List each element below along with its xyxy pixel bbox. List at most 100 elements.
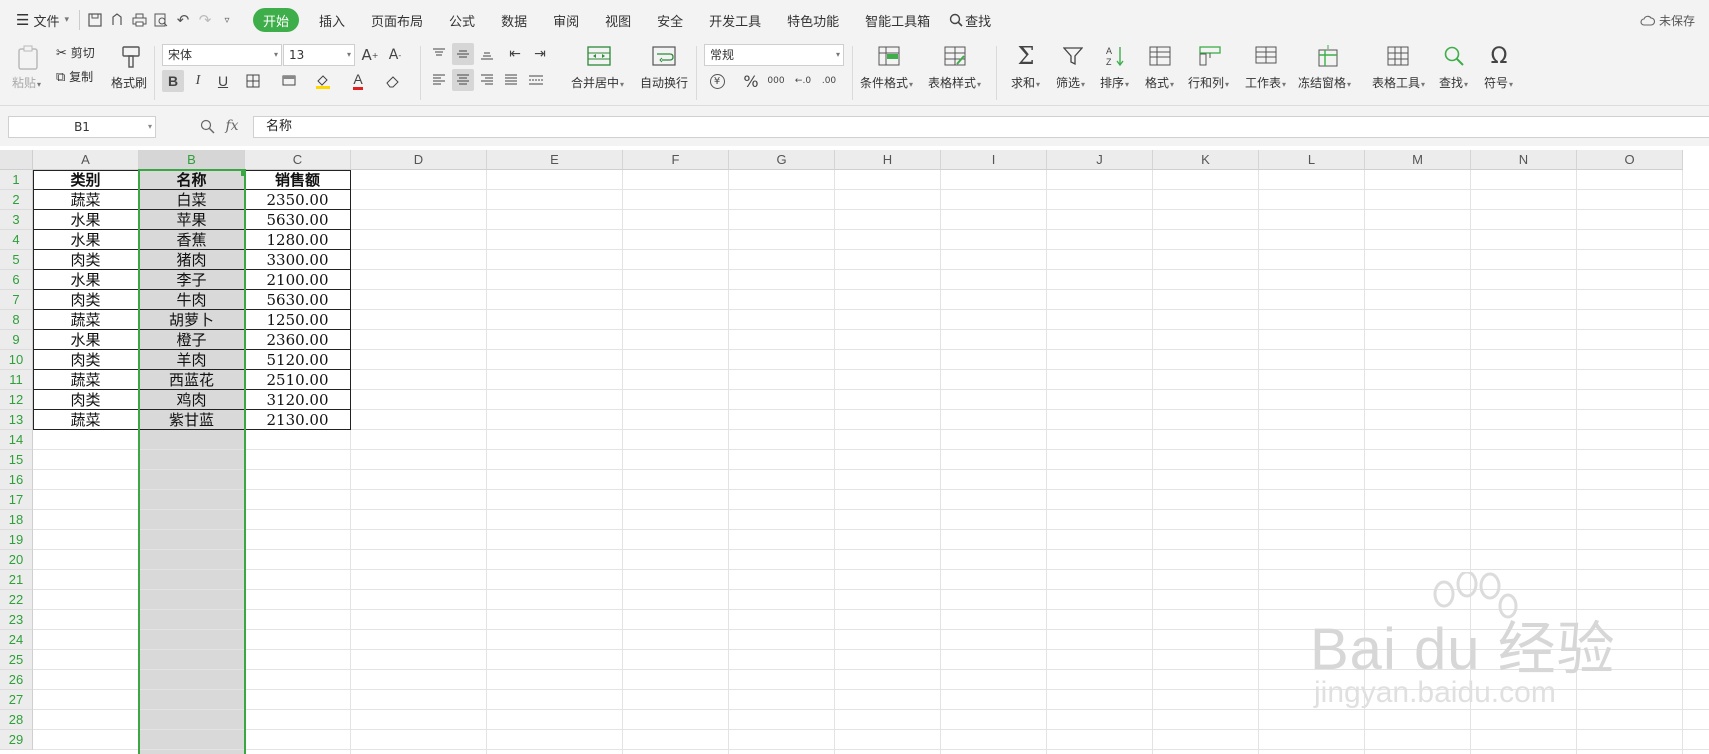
fill-color-icon[interactable] (312, 70, 334, 92)
find-button[interactable]: 查找▾ (1439, 74, 1468, 91)
row-header-16[interactable]: 16 (0, 470, 33, 490)
file-menu[interactable]: ☰ 文件 ▾ (10, 7, 75, 33)
format-icon[interactable] (1146, 43, 1174, 69)
fill-handle[interactable] (241, 171, 246, 176)
align-bottom-icon[interactable] (476, 43, 498, 65)
redo-icon[interactable]: ↷ (194, 9, 216, 31)
row-header-13[interactable]: 13 (0, 410, 33, 430)
column-header-e[interactable]: E (487, 150, 623, 170)
filter-icon[interactable] (1059, 43, 1087, 69)
row-header-14[interactable]: 14 (0, 430, 33, 450)
tab-smart-toolbox[interactable]: 智能工具箱 (859, 8, 936, 32)
tab-security[interactable]: 安全 (651, 8, 689, 32)
filter-button[interactable]: 筛选▾ (1056, 74, 1085, 91)
table-style-icon[interactable] (941, 43, 969, 69)
tab-features[interactable]: 特色功能 (781, 8, 845, 32)
justify-icon[interactable] (500, 69, 522, 91)
table-tools-icon[interactable] (1384, 43, 1412, 69)
row-header-20[interactable]: 20 (0, 550, 33, 570)
row-header-24[interactable]: 24 (0, 630, 33, 650)
table-cell[interactable]: 1280.00 (245, 230, 350, 250)
table-cell[interactable]: 蔬菜 (33, 410, 138, 430)
paste-icon[interactable] (14, 44, 42, 72)
wrap-text-button[interactable]: 自动换行 (640, 74, 688, 91)
table-cell[interactable]: 蔬菜 (33, 370, 138, 390)
row-header-1[interactable]: 1 (0, 170, 33, 190)
column-header-l[interactable]: L (1259, 150, 1365, 170)
align-right-icon[interactable] (476, 69, 498, 91)
tab-review[interactable]: 审阅 (547, 8, 585, 32)
merge-center-button[interactable]: 合并居中▾ (571, 74, 624, 91)
table-cell[interactable]: 2100.00 (245, 270, 350, 290)
font-name-select[interactable]: 宋体 ▾ (162, 44, 282, 66)
unsaved-status[interactable]: 未保存 (1640, 12, 1695, 29)
font-size-select[interactable]: 13 ▾ (283, 44, 355, 66)
table-header-cell[interactable]: 销售额 (245, 170, 350, 190)
table-cell[interactable]: 5630.00 (245, 290, 350, 310)
bold-icon[interactable]: B (162, 70, 184, 92)
tab-view[interactable]: 视图 (599, 8, 637, 32)
column-header-b[interactable]: B (139, 150, 245, 170)
column-header-m[interactable]: M (1365, 150, 1471, 170)
row-header-6[interactable]: 6 (0, 270, 33, 290)
row-header-2[interactable]: 2 (0, 190, 33, 210)
tab-data[interactable]: 数据 (495, 8, 533, 32)
copy-button[interactable]: ⧉ 复制 (56, 68, 93, 85)
row-header-29[interactable]: 29 (0, 730, 33, 750)
sort-icon[interactable]: AZ (1102, 43, 1130, 69)
table-cell[interactable]: 3120.00 (245, 390, 350, 410)
percent-icon[interactable]: % (740, 70, 762, 92)
italic-icon[interactable]: I (187, 70, 209, 92)
cut-button[interactable]: ✂ 剪切 (56, 44, 95, 61)
underline-icon[interactable]: U (212, 70, 234, 92)
search-command[interactable]: 查找 (943, 7, 997, 33)
table-cell[interactable]: 2360.00 (245, 330, 350, 350)
row-header-27[interactable]: 27 (0, 690, 33, 710)
eraser-icon[interactable] (382, 70, 404, 92)
row-column-button[interactable]: 行和列▾ (1188, 74, 1229, 91)
borders-icon[interactable] (242, 70, 264, 92)
table-cell[interactable]: 5630.00 (245, 210, 350, 230)
table-cell[interactable]: 3300.00 (245, 250, 350, 270)
column-header-h[interactable]: H (835, 150, 941, 170)
table-cell[interactable]: 蔬菜 (33, 190, 138, 210)
table-cell[interactable]: 水果 (33, 230, 138, 250)
row-header-3[interactable]: 3 (0, 210, 33, 230)
cell-style-icon[interactable] (278, 70, 300, 92)
row-header-23[interactable]: 23 (0, 610, 33, 630)
tab-formulas[interactable]: 公式 (443, 8, 481, 32)
row-header-8[interactable]: 8 (0, 310, 33, 330)
zoom-formula-icon[interactable] (200, 119, 215, 134)
column-header-j[interactable]: J (1047, 150, 1153, 170)
row-header-28[interactable]: 28 (0, 710, 33, 730)
tab-developer[interactable]: 开发工具 (703, 8, 767, 32)
table-cell[interactable]: 2510.00 (245, 370, 350, 390)
column-header-a[interactable]: A (33, 150, 139, 170)
column-header-n[interactable]: N (1471, 150, 1577, 170)
column-header-f[interactable]: F (623, 150, 729, 170)
thousands-separator-icon[interactable]: 000 (765, 70, 787, 92)
decrease-indent-icon[interactable]: ⇤ (504, 43, 526, 65)
sum-button[interactable]: 求和▾ (1011, 74, 1040, 91)
row-header-4[interactable]: 4 (0, 230, 33, 250)
format-button[interactable]: 格式▾ (1145, 74, 1174, 91)
row-header-22[interactable]: 22 (0, 590, 33, 610)
format-painter-button[interactable]: 格式刷 (111, 74, 147, 91)
customize-dropdown-icon[interactable]: ▿ (216, 9, 238, 31)
row-header-25[interactable]: 25 (0, 650, 33, 670)
row-header-18[interactable]: 18 (0, 510, 33, 530)
merge-center-icon[interactable] (585, 43, 613, 69)
freeze-panes-icon[interactable] (1314, 43, 1342, 69)
font-color-icon[interactable]: A (347, 70, 369, 92)
number-format-select[interactable]: 常规 ▾ (704, 44, 844, 66)
symbol-icon[interactable]: Ω (1485, 42, 1513, 70)
table-cell[interactable]: 肉类 (33, 390, 138, 410)
table-cell[interactable]: 肉类 (33, 350, 138, 370)
table-cell[interactable]: 5120.00 (245, 350, 350, 370)
symbol-button[interactable]: 符号▾ (1484, 74, 1513, 91)
row-header-7[interactable]: 7 (0, 290, 33, 310)
align-middle-icon[interactable] (452, 43, 474, 65)
row-header-15[interactable]: 15 (0, 450, 33, 470)
table-cell[interactable]: 蔬菜 (33, 310, 138, 330)
print-icon[interactable] (128, 9, 150, 31)
